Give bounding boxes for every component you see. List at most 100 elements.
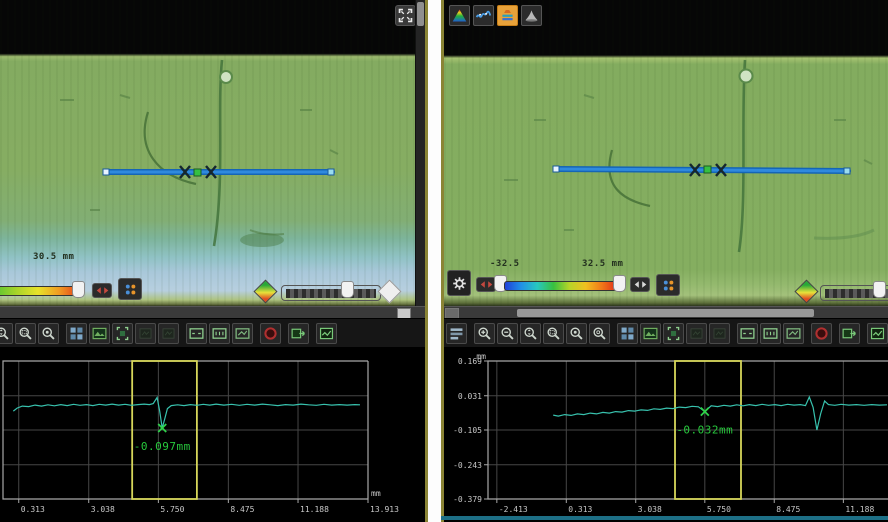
color-scale-gradient[interactable] xyxy=(0,286,82,296)
panel-config-icon xyxy=(448,325,465,342)
color-scale-max-label: 32.5 mm xyxy=(582,259,623,269)
view-dim-b-button[interactable] xyxy=(158,323,179,344)
zoom-pan-button[interactable] xyxy=(520,323,541,344)
swap-arrows-button[interactable] xyxy=(630,277,650,292)
rotation-slider-handle[interactable] xyxy=(341,281,354,298)
line-midpoint-handle[interactable] xyxy=(704,166,711,173)
display-settings-gear-button[interactable] xyxy=(447,270,471,296)
view-dim-a-button[interactable] xyxy=(686,323,707,344)
zoom-window-button[interactable] xyxy=(15,323,36,344)
view-image-button[interactable] xyxy=(640,323,661,344)
view-grid-button[interactable] xyxy=(617,323,638,344)
record-icon xyxy=(813,325,830,342)
scroll-thumb[interactable] xyxy=(417,2,424,26)
left-profile-chart[interactable]: -0.097mm0.3133.0385.7508.47511.18813.913… xyxy=(0,352,425,520)
svg-text:11.188: 11.188 xyxy=(845,505,874,514)
zoom-next-button[interactable] xyxy=(589,323,610,344)
report-button[interactable] xyxy=(316,323,337,344)
svg-text:0.313: 0.313 xyxy=(568,505,592,514)
right-viewer-panel: -32.5 32.5 mm -0.032mm-2.4130.3133.0385.… xyxy=(444,0,888,522)
left-vertical-scrollbar[interactable] xyxy=(415,0,425,306)
swap-arrows-button[interactable] xyxy=(92,283,112,298)
measure-box-c-icon xyxy=(785,325,802,342)
measure-box-b-button[interactable] xyxy=(209,323,230,344)
measure-box-b-icon xyxy=(211,325,228,342)
view-dim-a-button[interactable] xyxy=(135,323,156,344)
svg-text:5.750: 5.750 xyxy=(707,505,731,514)
profile-line xyxy=(13,398,360,429)
measure-box-a-button[interactable] xyxy=(186,323,207,344)
split-view-dots-button[interactable] xyxy=(656,274,680,296)
view-grid-button[interactable] xyxy=(66,323,87,344)
view-frame-button[interactable] xyxy=(112,323,133,344)
measure-box-a-button[interactable] xyxy=(737,323,758,344)
measurement-value-label: -0.032mm xyxy=(676,424,733,437)
svg-text:3.038: 3.038 xyxy=(638,505,662,514)
measure-box-c-button[interactable] xyxy=(232,323,253,344)
rotation-slider[interactable] xyxy=(281,285,381,301)
display-mode-surface-cone-button[interactable] xyxy=(521,5,542,26)
measure-box-b-icon xyxy=(762,325,779,342)
svg-text:-0.379: -0.379 xyxy=(453,495,482,504)
left-chart-toolbar xyxy=(0,318,425,347)
rotation-slider-handle[interactable] xyxy=(873,281,886,298)
zoom-prev-icon xyxy=(568,325,585,342)
export-button[interactable] xyxy=(288,323,309,344)
measure-box-a-icon xyxy=(739,325,756,342)
x-axis-labels: -2.4130.3133.0385.7508.47511.188 xyxy=(499,505,875,514)
zoom-prev-button[interactable] xyxy=(38,323,59,344)
svg-text:-0.243: -0.243 xyxy=(453,461,482,470)
record-button[interactable] xyxy=(260,323,281,344)
display-mode-height-map-button[interactable] xyxy=(449,5,470,26)
left-height-profile-section[interactable]: -0.097mm0.3133.0385.7508.47511.18813.913… xyxy=(0,352,425,520)
zoom-prev-button[interactable] xyxy=(566,323,587,344)
zoom-window-button[interactable] xyxy=(543,323,564,344)
measure-box-a-icon xyxy=(188,325,205,342)
svg-text:11.188: 11.188 xyxy=(300,505,329,514)
record-icon xyxy=(262,325,279,342)
zoom-out-button[interactable] xyxy=(497,323,518,344)
zoom-in-button[interactable] xyxy=(474,323,495,344)
zoom-pan-button[interactable] xyxy=(0,323,13,344)
zoom-prev-icon xyxy=(40,325,57,342)
measure-box-b-button[interactable] xyxy=(760,323,781,344)
view-image-icon xyxy=(91,325,108,342)
left-image-viewport[interactable]: 30.5 mm xyxy=(0,0,425,306)
measure-box-c-button[interactable] xyxy=(783,323,804,344)
panel-config-button[interactable] xyxy=(446,323,467,344)
export-button[interactable] xyxy=(839,323,860,344)
zoom-out-icon xyxy=(499,325,516,342)
record-button[interactable] xyxy=(811,323,832,344)
display-mode-layers-button[interactable] xyxy=(497,5,518,26)
view-frame-button[interactable] xyxy=(663,323,684,344)
view-frame-icon xyxy=(665,325,682,342)
dots-icon xyxy=(660,277,677,294)
panel-gap xyxy=(428,0,441,522)
report-button[interactable] xyxy=(867,323,888,344)
dots-icon xyxy=(122,281,139,298)
right-height-profile-section[interactable]: -0.032mm-2.4130.3133.0385.7508.47511.188… xyxy=(444,352,888,520)
scroll-thumb[interactable] xyxy=(517,309,814,317)
split-view-dots-button[interactable] xyxy=(118,278,142,300)
display-mode-profile-wave-button[interactable] xyxy=(473,5,494,26)
line-midpoint-handle[interactable] xyxy=(194,169,201,176)
right-image-viewport[interactable]: -32.5 32.5 mm xyxy=(444,0,888,306)
report-icon xyxy=(869,325,886,342)
profile-wave-icon xyxy=(475,7,492,24)
color-scale-max-handle[interactable] xyxy=(613,275,626,292)
left-viewer-panel: 30.5 mm -0.097mm0.3133.0385.7508.47511.1… xyxy=(0,0,425,522)
gear-icon xyxy=(451,275,468,292)
view-dim-b-button[interactable] xyxy=(709,323,730,344)
view-image-button[interactable] xyxy=(89,323,110,344)
display-mode-toolbar xyxy=(449,5,545,26)
export-icon xyxy=(841,325,858,342)
right-profile-chart[interactable]: -0.032mm-2.4130.3133.0385.7508.47511.188… xyxy=(444,352,888,520)
color-scale-handle[interactable] xyxy=(72,281,85,298)
expand-button[interactable] xyxy=(395,5,416,26)
right-panel-bottom-highlight xyxy=(441,516,888,520)
swap-arrows-button[interactable] xyxy=(476,277,496,292)
color-scale-gradient[interactable] xyxy=(504,281,619,291)
zoom-pan-icon xyxy=(0,325,11,342)
zoom-window-icon xyxy=(17,325,34,342)
svg-text:13.913: 13.913 xyxy=(370,505,399,514)
